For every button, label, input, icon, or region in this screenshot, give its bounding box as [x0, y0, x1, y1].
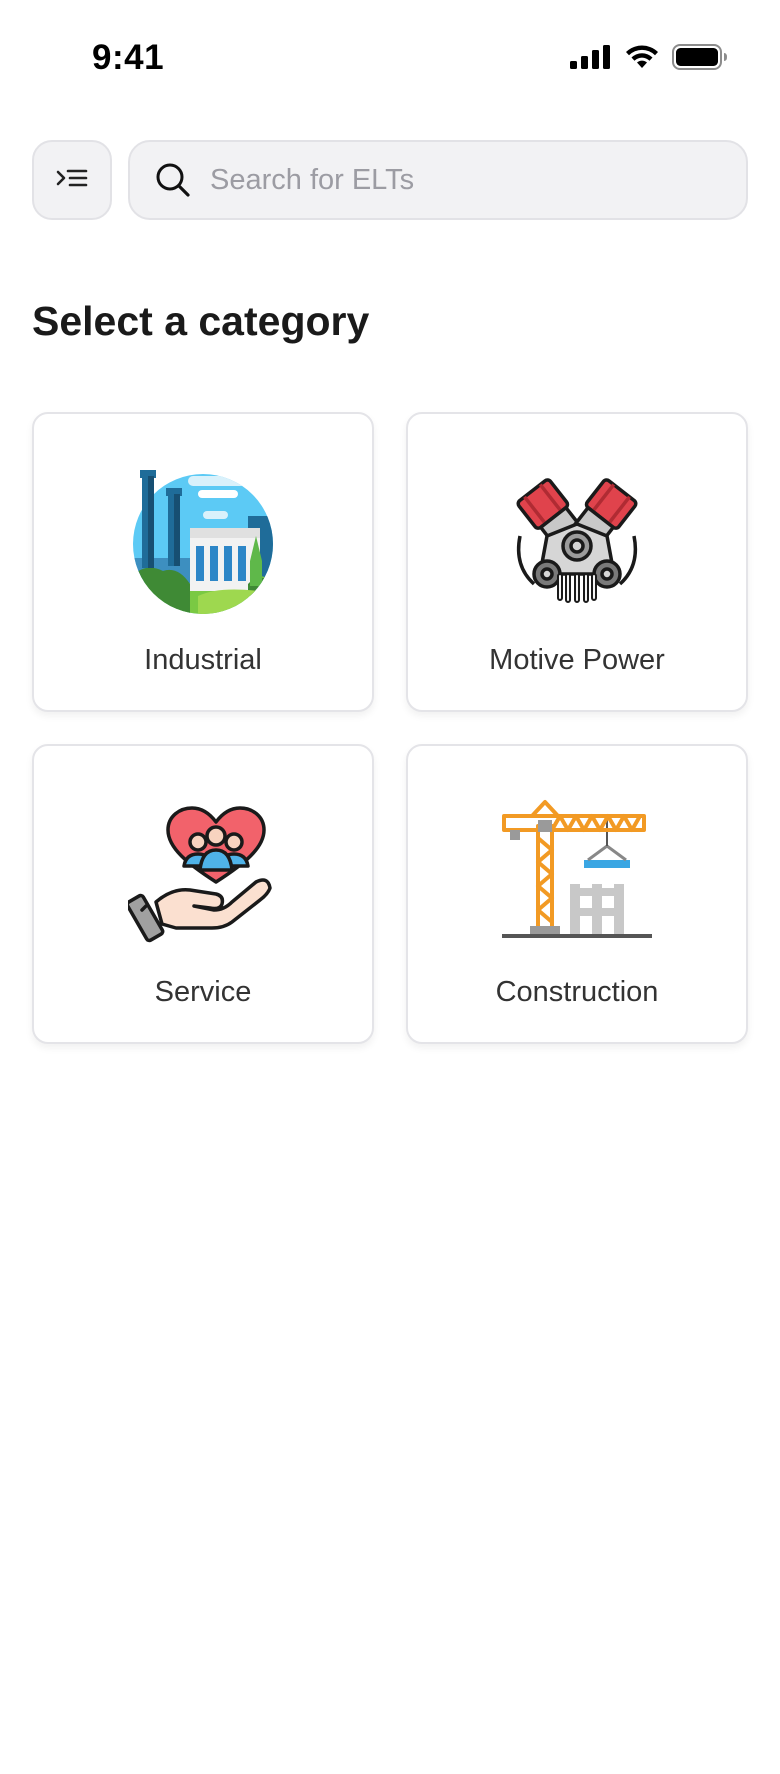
category-label: Construction: [495, 976, 659, 1008]
status-time: 9:41: [92, 38, 165, 77]
category-card-motive-power[interactable]: Motive Power: [406, 412, 748, 712]
category-label: Industrial: [144, 644, 262, 676]
construction-crane-icon: [502, 798, 652, 948]
category-card-construction[interactable]: Construction: [406, 744, 748, 1044]
search-icon: [154, 161, 192, 199]
engine-icon: [502, 466, 652, 616]
industrial-factory-icon: [128, 466, 278, 616]
wifi-icon: [626, 45, 658, 68]
battery-icon: [672, 44, 727, 70]
search-bar[interactable]: [128, 140, 748, 220]
category-label: Service: [154, 976, 252, 1008]
heart-hand-service-icon: [128, 798, 278, 948]
page-title: Select a category: [32, 298, 370, 344]
status-icons: [570, 44, 728, 70]
category-grid: Industrial Motive Power Service Construc…: [32, 412, 748, 1044]
category-label: Motive Power: [489, 644, 665, 676]
top-bar: [32, 140, 748, 220]
search-input[interactable]: [210, 150, 726, 210]
status-bar: 9:41: [0, 0, 780, 110]
signal-icon: [570, 45, 610, 69]
menu-button[interactable]: [32, 140, 112, 220]
menu-indent-icon: [56, 169, 88, 187]
category-card-service[interactable]: Service: [32, 744, 374, 1044]
category-card-industrial[interactable]: Industrial: [32, 412, 374, 712]
